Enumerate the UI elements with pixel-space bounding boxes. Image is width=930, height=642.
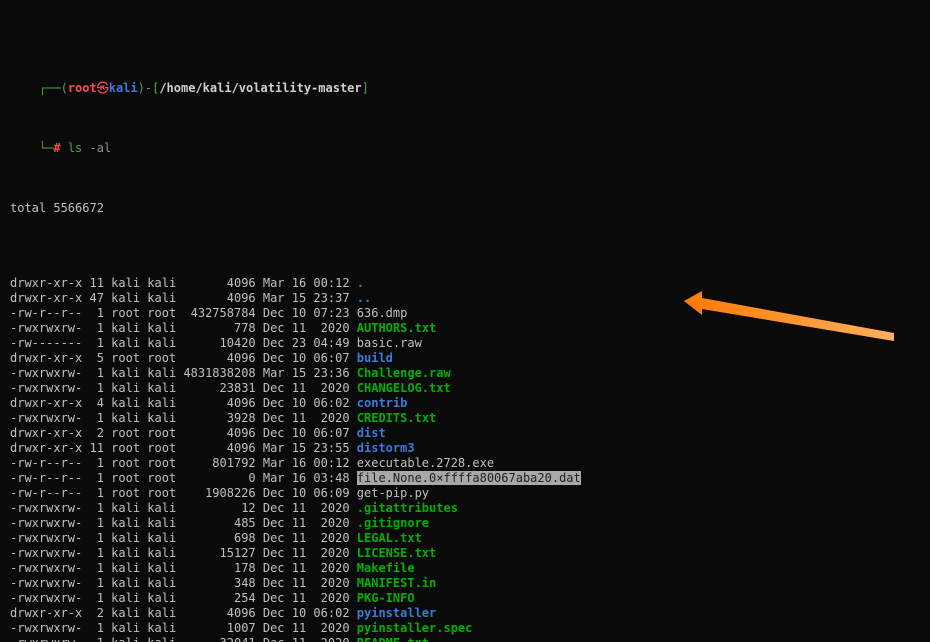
file-name: dist <box>357 426 386 440</box>
file-name: basic.raw <box>357 336 422 350</box>
file-name: .. <box>357 291 371 305</box>
file-name: file.None.0×ffffa80067aba20.dat <box>357 471 581 485</box>
prompt-corner: └─ <box>39 141 53 155</box>
file-meta: -rwxrwxrw- 1 kali kali 12 Dec 11 2020 <box>10 501 357 515</box>
list-item: -rwxrwxrw- 1 kali kali 23831 Dec 11 2020… <box>10 381 920 396</box>
file-meta: -rw-r--r-- 1 root root 1908226 Dec 10 06… <box>10 486 357 500</box>
file-meta: drwxr-xr-x 2 root root 4096 Dec 10 06:07 <box>10 426 357 440</box>
file-meta: -rwxrwxrw- 1 kali kali 254 Dec 11 2020 <box>10 591 357 605</box>
list-item: -rwxrwxrw- 1 kali kali 178 Dec 11 2020 M… <box>10 561 920 576</box>
file-meta: drwxr-xr-x 11 kali kali 4096 Mar 16 00:1… <box>10 276 357 290</box>
prompt-close-paren: )-[ <box>138 81 160 95</box>
file-name: distorm3 <box>357 441 415 455</box>
file-name: README.txt <box>357 636 429 642</box>
prompt-line-2[interactable]: └─# ls -al <box>10 126 920 141</box>
file-name: contrib <box>357 396 408 410</box>
file-name: AUTHORS.txt <box>357 321 436 335</box>
file-meta: -rwxrwxrw- 1 kali kali 4831838208 Mar 15… <box>10 366 357 380</box>
file-meta: drwxr-xr-x 47 kali kali 4096 Mar 15 23:3… <box>10 291 357 305</box>
file-meta: -rwxrwxrw- 1 kali kali 485 Dec 11 2020 <box>10 516 357 530</box>
file-meta: -rwxrwxrw- 1 kali kali 15127 Dec 11 2020 <box>10 546 357 560</box>
list-item: drwxr-xr-x 2 kali kali 4096 Dec 10 06:02… <box>10 606 920 621</box>
list-item: -rwxrwxrw- 1 kali kali 698 Dec 11 2020 L… <box>10 531 920 546</box>
prompt-hash: # <box>53 141 60 155</box>
file-name: .gitignore <box>357 516 429 530</box>
terminal[interactable]: ┌──(root㉿kali)-[/home/kali/volatility-ma… <box>0 0 930 642</box>
file-meta: -rwxrwxrw- 1 kali kali 3928 Dec 11 2020 <box>10 411 357 425</box>
file-name: MANIFEST.in <box>357 576 436 590</box>
list-item: drwxr-xr-x 11 root root 4096 Mar 15 23:5… <box>10 441 920 456</box>
file-listing: drwxr-xr-x 11 kali kali 4096 Mar 16 00:1… <box>10 276 920 642</box>
list-item: drwxr-xr-x 2 root root 4096 Dec 10 06:07… <box>10 426 920 441</box>
file-name: Challenge.raw <box>357 366 451 380</box>
list-item: -rwxrwxrw- 1 kali kali 778 Dec 11 2020 A… <box>10 321 920 336</box>
prompt-host: kali <box>109 81 138 95</box>
list-item: -rwxrwxrw- 1 kali kali 15127 Dec 11 2020… <box>10 546 920 561</box>
prompt-close-bracket: ] <box>362 81 369 95</box>
list-item: -rwxrwxrw- 1 kali kali 3928 Dec 11 2020 … <box>10 411 920 426</box>
file-name: LEGAL.txt <box>357 531 422 545</box>
list-item: drwxr-xr-x 4 kali kali 4096 Dec 10 06:02… <box>10 396 920 411</box>
file-meta: -rwxrwxrw- 1 kali kali 23831 Dec 11 2020 <box>10 381 357 395</box>
file-meta: drwxr-xr-x 11 root root 4096 Mar 15 23:5… <box>10 441 357 455</box>
list-item: -rwxrwxrw- 1 kali kali 348 Dec 11 2020 M… <box>10 576 920 591</box>
list-item: drwxr-xr-x 5 root root 4096 Dec 10 06:07… <box>10 351 920 366</box>
file-meta: drwxr-xr-x 4 kali kali 4096 Dec 10 06:02 <box>10 396 357 410</box>
file-meta: -rw-r--r-- 1 root root 0 Mar 16 03:48 <box>10 471 357 485</box>
list-item: -rwxrwxrw- 1 kali kali 485 Dec 11 2020 .… <box>10 516 920 531</box>
file-name: PKG-INFO <box>357 591 415 605</box>
file-meta: -rw-r--r-- 1 root root 801792 Mar 16 00:… <box>10 456 357 470</box>
ls-total: total 5566672 <box>10 201 920 216</box>
list-item: -rwxrwxrw- 1 kali kali 12 Dec 11 2020 .g… <box>10 501 920 516</box>
file-meta: -rw-r--r-- 1 root root 432758784 Dec 10 … <box>10 306 357 320</box>
file-meta: drwxr-xr-x 2 kali kali 4096 Dec 10 06:02 <box>10 606 357 620</box>
file-meta: -rwxrwxrw- 1 kali kali 348 Dec 11 2020 <box>10 576 357 590</box>
file-name: 636.dmp <box>357 306 408 320</box>
file-name: LICENSE.txt <box>357 546 436 560</box>
file-name: .gitattributes <box>357 501 458 515</box>
list-item: -rw-r--r-- 1 root root 0 Mar 16 03:48 fi… <box>10 471 920 486</box>
list-item: -rwxrwxrw- 1 kali kali 1007 Dec 11 2020 … <box>10 621 920 636</box>
list-item: -rw-r--r-- 1 root root 801792 Mar 16 00:… <box>10 456 920 471</box>
file-meta: -rw------- 1 kali kali 10420 Dec 23 04:4… <box>10 336 357 350</box>
file-name: CREDITS.txt <box>357 411 436 425</box>
file-meta: -rwxrwxrw- 1 kali kali 178 Dec 11 2020 <box>10 561 357 575</box>
file-meta: -rwxrwxrw- 1 kali kali 32041 Dec 11 2020 <box>10 636 357 642</box>
file-name: get-pip.py <box>357 486 429 500</box>
file-name: pyinstaller <box>357 606 436 620</box>
prompt-line-1: ┌──(root㉿kali)-[/home/kali/volatility-ma… <box>10 66 920 81</box>
file-meta: -rwxrwxrw- 1 kali kali 778 Dec 11 2020 <box>10 321 357 335</box>
list-item: drwxr-xr-x 47 kali kali 4096 Mar 15 23:3… <box>10 291 920 306</box>
prompt-user: root <box>68 81 97 95</box>
file-meta: -rwxrwxrw- 1 kali kali 698 Dec 11 2020 <box>10 531 357 545</box>
list-item: -rw-r--r-- 1 root root 432758784 Dec 10 … <box>10 306 920 321</box>
command-args: -al <box>90 141 112 155</box>
list-item: -rwxrwxrw- 1 kali kali 32041 Dec 11 2020… <box>10 636 920 642</box>
command: ls <box>68 141 82 155</box>
file-name: executable.2728.exe <box>357 456 494 470</box>
file-meta: drwxr-xr-x 5 root root 4096 Dec 10 06:07 <box>10 351 357 365</box>
file-name: CHANGELOG.txt <box>357 381 451 395</box>
prompt-sep-icon: ㉿ <box>97 81 109 95</box>
prompt-open: ┌──( <box>39 81 68 95</box>
file-name: Makefile <box>357 561 415 575</box>
list-item: -rw------- 1 kali kali 10420 Dec 23 04:4… <box>10 336 920 351</box>
list-item: -rw-r--r-- 1 root root 1908226 Dec 10 06… <box>10 486 920 501</box>
list-item: -rwxrwxrw- 1 kali kali 4831838208 Mar 15… <box>10 366 920 381</box>
file-name: . <box>357 276 364 290</box>
file-name: pyinstaller.spec <box>357 621 473 635</box>
list-item: drwxr-xr-x 11 kali kali 4096 Mar 16 00:1… <box>10 276 920 291</box>
list-item: -rwxrwxrw- 1 kali kali 254 Dec 11 2020 P… <box>10 591 920 606</box>
file-meta: -rwxrwxrw- 1 kali kali 1007 Dec 11 2020 <box>10 621 357 635</box>
file-name: build <box>357 351 393 365</box>
prompt-path: /home/kali/volatility-master <box>159 81 361 95</box>
